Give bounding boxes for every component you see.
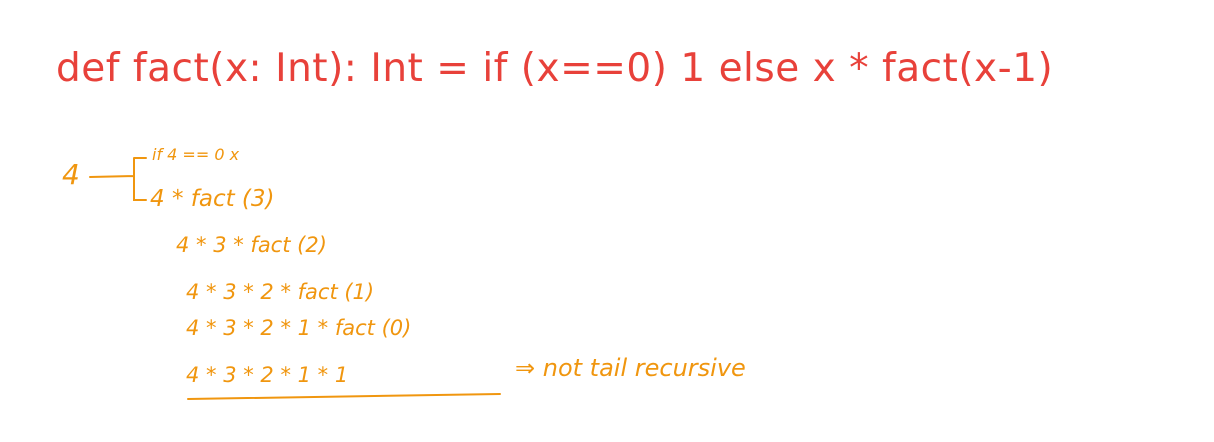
trace-step: 4 * 3 * fact (2)	[176, 233, 327, 257]
trace-root-value: 4	[62, 158, 80, 191]
trace-branch-condition: if 4 == 0 x	[152, 145, 240, 164]
trace-step: 4 * 3 * 2 * 1 * 1	[186, 363, 349, 387]
trace-step: 4 * 3 * 2 * 1 * fact (0)	[186, 316, 412, 340]
trace-step: 4 * 3 * 2 * fact (1)	[186, 280, 375, 304]
trace-step: 4 * fact (3)	[150, 186, 275, 212]
trace-conclusion: ⇒ not tail recursive	[515, 354, 746, 382]
